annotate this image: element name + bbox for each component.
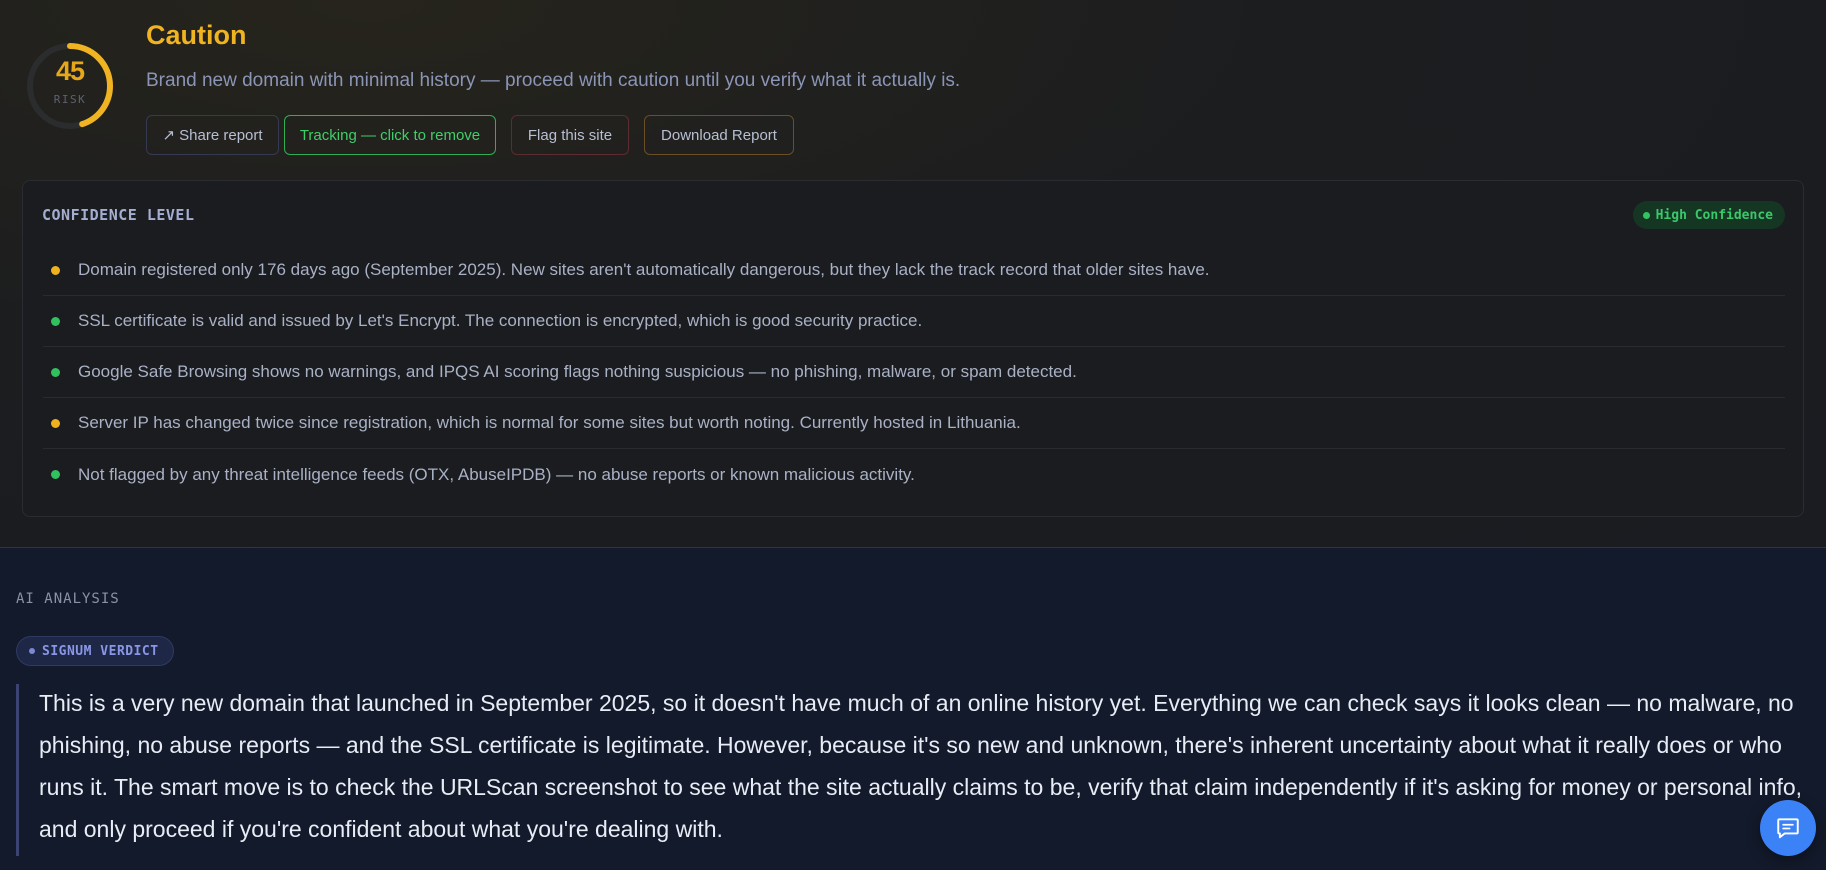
status-dot-icon	[1642, 211, 1650, 219]
finding-item: SSL certificate is valid and issued by L…	[43, 296, 1785, 347]
ai-analysis-label: AI ANALYSIS	[16, 591, 120, 607]
ok-dot-icon	[51, 367, 60, 377]
finding-text: SSL certificate is valid and issued by L…	[78, 311, 923, 330]
warning-dot-icon	[51, 418, 60, 428]
share-report-button[interactable]: ↗ Share report	[146, 115, 279, 155]
finding-item: Google Safe Browsing shows no warnings, …	[43, 347, 1785, 398]
finding-item: Not flagged by any threat intelligence f…	[43, 449, 1785, 500]
confidence-badge-label: High Confidence	[1655, 207, 1773, 223]
finding-item: Domain registered only 176 days ago (Sep…	[43, 245, 1785, 296]
finding-text: Domain registered only 176 days ago (Sep…	[78, 260, 1210, 279]
warning-dot-icon	[51, 265, 60, 275]
confidence-card: CONFIDENCE LEVEL High Confidence Domain …	[22, 180, 1804, 517]
finding-text: Server IP has changed twice since regist…	[78, 413, 1021, 432]
findings-list: Domain registered only 176 days ago (Sep…	[43, 245, 1785, 500]
ok-dot-icon	[51, 470, 60, 479]
risk-score: 45	[55, 56, 85, 86]
chat-bubble-icon	[1777, 818, 1799, 839]
finding-text: Not flagged by any threat intelligence f…	[78, 464, 915, 484]
signum-verdict-pill: SIGNUM VERDICT	[16, 636, 174, 666]
finding-text: Google Safe Browsing shows no warnings, …	[78, 362, 1077, 381]
finding-item: Server IP has changed twice since regist…	[43, 398, 1785, 449]
ai-analysis-quote: This is a very new domain that launched …	[16, 684, 1806, 856]
flag-site-button[interactable]: Flag this site	[511, 115, 629, 155]
chat-button[interactable]	[1760, 800, 1816, 856]
risk-gauge: 45 RISK	[24, 40, 116, 132]
tracking-toggle-button[interactable]: Tracking — click to remove	[284, 115, 496, 155]
risk-summary-panel: 45 RISK Caution Brand new domain with mi…	[0, 0, 1826, 548]
download-report-button[interactable]: Download Report	[644, 115, 794, 155]
risk-label: RISK	[53, 93, 87, 106]
confidence-title: CONFIDENCE LEVEL	[42, 206, 195, 224]
verdict-title: Caution	[146, 20, 247, 50]
confidence-badge: High Confidence	[1632, 201, 1785, 229]
verdict-subtitle: Brand new domain with minimal history — …	[146, 70, 961, 91]
pill-dot-icon	[29, 648, 35, 654]
signum-verdict-label: SIGNUM VERDICT	[42, 643, 159, 659]
ai-analysis-text: This is a very new domain that launched …	[39, 690, 1803, 842]
ok-dot-icon	[51, 316, 60, 326]
